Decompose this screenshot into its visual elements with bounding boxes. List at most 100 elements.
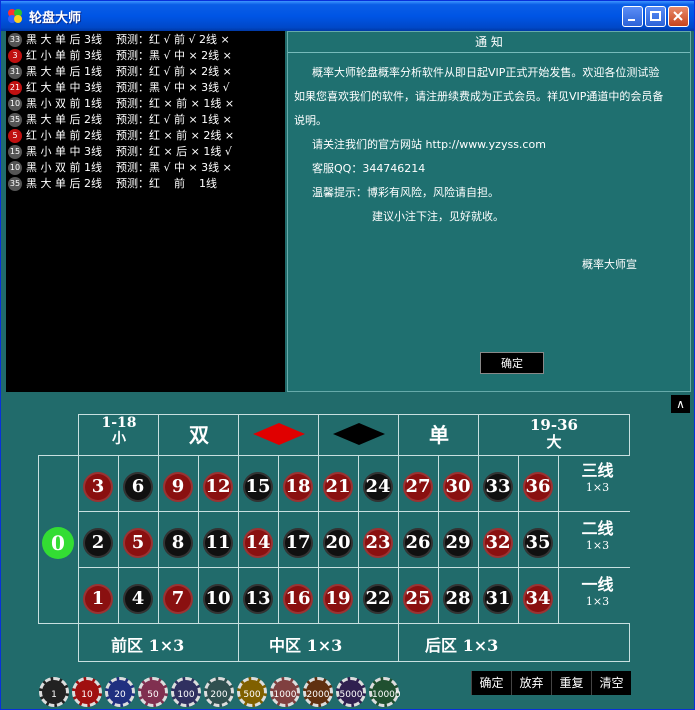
number-15[interactable]: 15 [243, 472, 273, 502]
number-6[interactable]: 6 [123, 472, 153, 502]
result-log[interactable]: 33 黑 大 单 后 3线 预测：红 √ 前 √ 2线 × 3 红 小 单 前 3线 … [6, 31, 285, 392]
chip-10[interactable]: 10 [72, 677, 102, 707]
board-grid-line [629, 414, 630, 456]
bet-middle-zone[interactable]: 中区 1×3 [269, 632, 342, 656]
log-entry-text: 黑 小 双 前 1线 预测：红 × 前 × 1线 × [26, 97, 235, 110]
log-entry-number: 5 [8, 129, 22, 143]
number-24[interactable]: 24 [363, 472, 393, 502]
number-17[interactable]: 17 [283, 528, 313, 558]
number-5[interactable]: 5 [123, 528, 153, 558]
chip-1[interactable]: 1 [39, 677, 69, 707]
number-23[interactable]: 23 [363, 528, 393, 558]
bet-even[interactable]: 双 [159, 419, 239, 448]
minimize-button[interactable] [622, 6, 643, 27]
log-entry-number: 33 [8, 33, 22, 47]
log-entry-number: 31 [8, 65, 22, 79]
board-grid-line [118, 455, 119, 624]
log-entry-text: 黑 小 双 前 1线 预测：黑 √ 中 × 3线 × [26, 161, 232, 174]
repeat-button[interactable]: 重复 [551, 671, 591, 695]
number-19[interactable]: 19 [323, 584, 353, 614]
number-20[interactable]: 20 [323, 528, 353, 558]
number-30[interactable]: 30 [443, 472, 473, 502]
board-grid-line [78, 414, 630, 415]
close-button[interactable] [668, 6, 689, 27]
chip-100[interactable]: 100 [171, 677, 201, 707]
number-14[interactable]: 14 [243, 528, 273, 558]
number-28[interactable]: 28 [443, 584, 473, 614]
number-7[interactable]: 7 [163, 584, 193, 614]
notice-title: 通 知 [288, 32, 690, 53]
log-entry: 3 红 小 单 前 3线 预测：黑 √ 中 × 2线 × [6, 48, 285, 64]
bet-odd[interactable]: 单 [399, 419, 479, 448]
log-entry-text: 黑 小 单 中 3线 预测：红 × 后 × 1线 √ [26, 145, 232, 158]
number-31[interactable]: 31 [483, 584, 513, 614]
bet-small[interactable]: 1-18 小 [79, 415, 159, 447]
number-16[interactable]: 16 [283, 584, 313, 614]
number-9[interactable]: 9 [163, 472, 193, 502]
board-grid-line [78, 414, 79, 456]
bet-red[interactable] [239, 415, 319, 453]
number-12[interactable]: 12 [203, 472, 233, 502]
number-27[interactable]: 27 [403, 472, 433, 502]
bet-line-1[interactable]: 一线 1×3 [566, 571, 629, 608]
abandon-button[interactable]: 放弃 [511, 671, 551, 695]
chip-2000[interactable]: 2000 [303, 677, 333, 707]
bet-back-zone[interactable]: 后区 1×3 [425, 632, 498, 656]
log-entry-number: 10 [8, 161, 22, 175]
bet-line-2[interactable]: 二线 1×3 [566, 515, 629, 552]
chip-20[interactable]: 20 [105, 677, 135, 707]
number-4[interactable]: 4 [123, 584, 153, 614]
notice-ok-button[interactable]: 确定 [480, 352, 544, 374]
board-grid-line [38, 455, 39, 624]
confirm-button[interactable]: 确定 [471, 671, 511, 695]
bet-black[interactable] [319, 415, 399, 453]
bet-line-3[interactable]: 三线 1×3 [566, 457, 629, 494]
title-bar[interactable]: 轮盘大师 [1, 1, 694, 31]
board-grid-line [238, 455, 239, 624]
chip-1000[interactable]: 1000 [270, 677, 300, 707]
window-title: 轮盘大师 [29, 11, 82, 26]
chip-5000[interactable]: 5000 [336, 677, 366, 707]
number-10[interactable]: 10 [203, 584, 233, 614]
maximize-button[interactable] [645, 6, 666, 27]
board-grid-line [518, 455, 519, 624]
collapse-button[interactable]: ∧ [671, 395, 690, 413]
number-35[interactable]: 35 [523, 528, 553, 558]
clear-button[interactable]: 清空 [591, 671, 631, 695]
board-grid-line [78, 455, 79, 662]
number-11[interactable]: 11 [203, 528, 233, 558]
number-1[interactable]: 1 [83, 584, 113, 614]
bet-big[interactable]: 19-36 大 [479, 417, 629, 451]
chip-200[interactable]: 200 [204, 677, 234, 707]
number-26[interactable]: 26 [403, 528, 433, 558]
number-25[interactable]: 25 [403, 584, 433, 614]
chip-500[interactable]: 500 [237, 677, 267, 707]
black-diamond-icon [333, 423, 385, 445]
board-grid-line [558, 455, 559, 624]
number-32[interactable]: 32 [483, 528, 513, 558]
number-36[interactable]: 36 [523, 472, 553, 502]
line-3-mult: 1×3 [585, 481, 610, 494]
board-grid-line [38, 455, 630, 456]
number-21[interactable]: 21 [323, 472, 353, 502]
log-entry-text: 红 小 单 前 3线 预测：黑 √ 中 × 2线 × [26, 49, 232, 62]
chip-50[interactable]: 50 [138, 677, 168, 707]
board-grid-line [38, 623, 630, 624]
board-grid-line [158, 455, 159, 624]
bet-front-zone[interactable]: 前区 1×3 [111, 632, 184, 656]
number-0[interactable]: 0 [42, 527, 74, 559]
number-8[interactable]: 8 [163, 528, 193, 558]
number-29[interactable]: 29 [443, 528, 473, 558]
chip-10000[interactable]: 10000 [369, 677, 401, 707]
log-entry-number: 35 [8, 113, 22, 127]
number-33[interactable]: 33 [483, 472, 513, 502]
number-2[interactable]: 2 [83, 528, 113, 558]
number-34[interactable]: 34 [523, 584, 553, 614]
number-3[interactable]: 3 [83, 472, 113, 502]
board-grid-line [158, 414, 159, 456]
notice-tip-2: 建议小注下注，见好就收。 [372, 210, 504, 223]
number-13[interactable]: 13 [243, 584, 273, 614]
number-22[interactable]: 22 [363, 584, 393, 614]
notice-paragraph-3: 说明。 [294, 114, 327, 127]
number-18[interactable]: 18 [283, 472, 313, 502]
